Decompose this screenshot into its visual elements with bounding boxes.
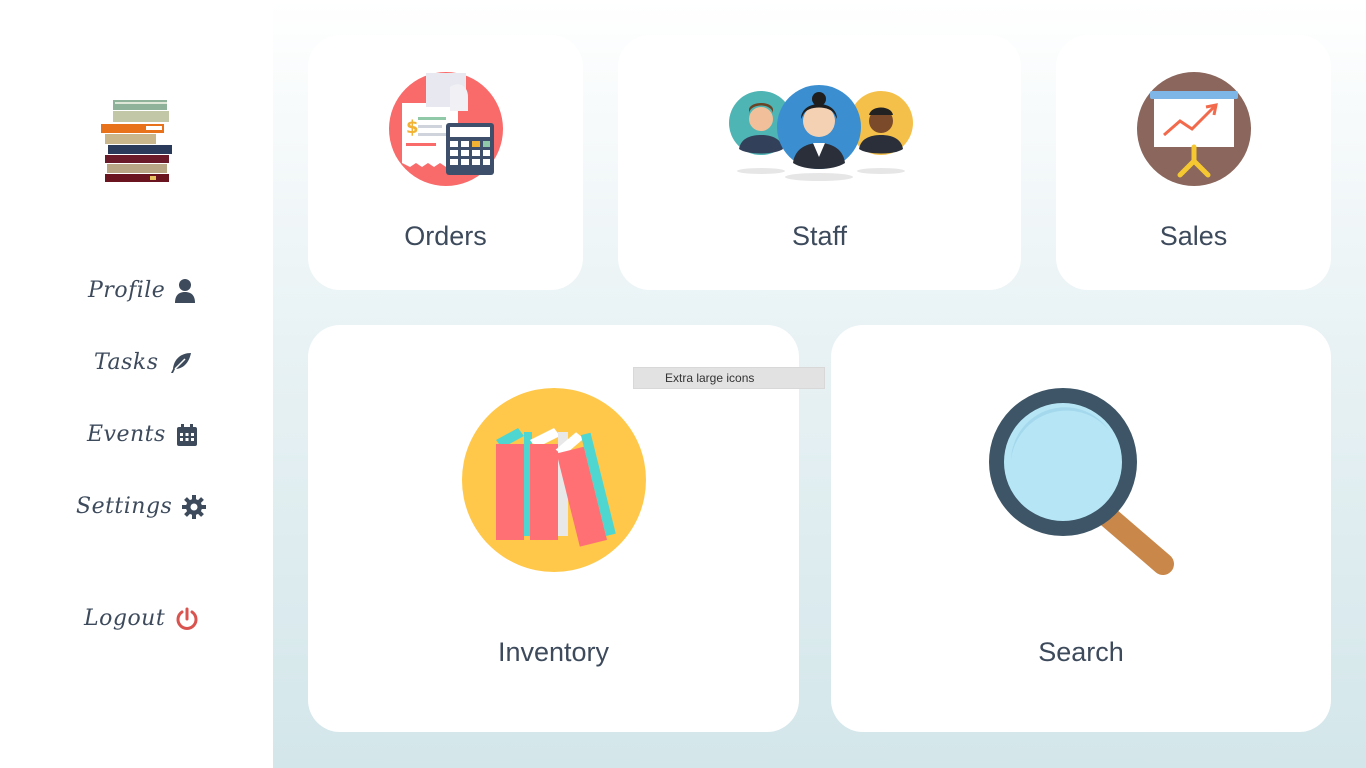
orders-label: Orders bbox=[404, 221, 487, 251]
feather-icon bbox=[170, 352, 191, 373]
logout-button[interactable]: Logout bbox=[84, 606, 199, 631]
sidebar-item-label: Events bbox=[87, 422, 166, 447]
presentation-chart-icon bbox=[1137, 72, 1251, 186]
power-icon bbox=[176, 607, 198, 630]
sales-label: Sales bbox=[1159, 221, 1228, 251]
search-card[interactable]: Search bbox=[831, 325, 1331, 732]
sidebar-item-label: Tasks bbox=[94, 350, 159, 375]
svg-text:$: $ bbox=[406, 117, 419, 138]
sidebar-item-settings[interactable]: Settings bbox=[76, 494, 207, 519]
staff-label: Staff bbox=[791, 221, 848, 251]
logout-label: Logout bbox=[84, 606, 166, 631]
orders-card[interactable]: $ Orders bbox=[308, 35, 583, 290]
sidebar-item-profile[interactable]: Profile bbox=[88, 278, 196, 303]
books-icon bbox=[462, 388, 646, 572]
sidebar-item-label: Settings bbox=[76, 494, 173, 519]
gear-icon bbox=[182, 494, 207, 519]
magnifier-icon bbox=[989, 388, 1174, 575]
sidebar-item-label: Profile bbox=[88, 278, 166, 303]
books-logo-icon bbox=[101, 100, 172, 182]
user-icon bbox=[175, 278, 196, 303]
inventory-label: Inventory bbox=[497, 637, 610, 667]
calendar-icon bbox=[176, 423, 197, 446]
sales-card[interactable]: Sales bbox=[1056, 35, 1331, 290]
receipt-calculator-icon: $ bbox=[389, 72, 503, 186]
tooltip: Extra large icons bbox=[633, 367, 825, 389]
search-label: Search bbox=[1038, 637, 1124, 667]
staff-card[interactable]: Staff bbox=[618, 35, 1021, 290]
sidebar: Profile Tasks Events Settings Logout bbox=[0, 0, 273, 768]
sidebar-item-events[interactable]: Events bbox=[87, 422, 198, 447]
sidebar-item-tasks[interactable]: Tasks bbox=[94, 350, 193, 375]
staff-avatars-icon bbox=[729, 85, 913, 181]
